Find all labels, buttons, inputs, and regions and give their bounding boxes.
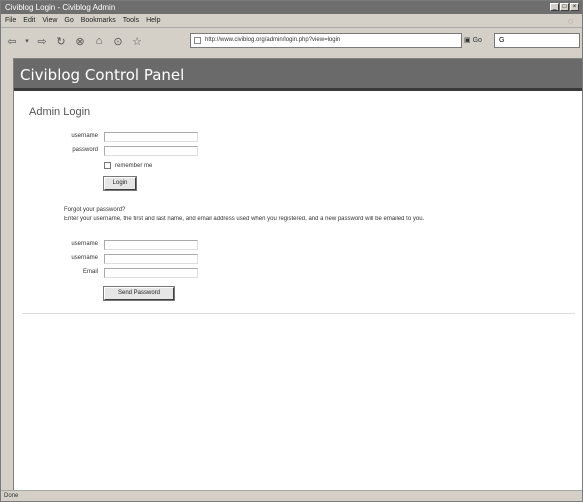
address-bar[interactable]: http://www.civiblog.org/admin/login.php?… bbox=[190, 33, 462, 48]
recover-username-input[interactable] bbox=[104, 240, 198, 250]
menu-view[interactable]: View bbox=[42, 14, 57, 27]
recover-name-label: username bbox=[71, 255, 98, 261]
back-arrow-icon[interactable]: ⇦ bbox=[5, 35, 19, 48]
password-label: password bbox=[72, 147, 98, 153]
status-bar: Done bbox=[1, 490, 582, 501]
window-title: Civiblog Login - Civiblog Admin bbox=[5, 3, 116, 12]
search-engine-icon: G bbox=[499, 37, 505, 44]
forward-arrow-icon[interactable]: ⇨ bbox=[35, 35, 49, 48]
divider bbox=[22, 313, 575, 314]
maximize-button[interactable]: □ bbox=[560, 3, 569, 11]
menu-bookmarks[interactable]: Bookmarks bbox=[81, 14, 116, 27]
bookmark-icon[interactable]: ☆ bbox=[130, 35, 144, 48]
menu-help[interactable]: Help bbox=[146, 14, 160, 27]
menu-go[interactable]: Go bbox=[64, 14, 73, 27]
recover-email-input[interactable] bbox=[104, 268, 198, 278]
throbber-icon: ◌ bbox=[568, 16, 574, 26]
window-controls: _ □ × bbox=[550, 3, 579, 11]
minimize-button[interactable]: _ bbox=[550, 3, 559, 11]
remember-me-checkbox[interactable] bbox=[104, 162, 111, 169]
go-button[interactable]: ▣ Go bbox=[464, 34, 492, 47]
recover-email-label: Email bbox=[82, 269, 98, 275]
menu-tools[interactable]: Tools bbox=[123, 14, 139, 27]
go-arrow-icon: ▣ bbox=[464, 37, 471, 44]
forgot-password-instructions: Enter your username, the first and last … bbox=[64, 216, 425, 222]
go-label: Go bbox=[472, 37, 482, 44]
page-banner: Civiblog Control Panel bbox=[14, 59, 582, 91]
home-icon[interactable]: ⌂ bbox=[92, 35, 106, 47]
close-button[interactable]: × bbox=[570, 3, 579, 11]
stop-icon[interactable]: ⊗ bbox=[73, 35, 87, 48]
menu-bar: File Edit View Go Bookmarks Tools Help ◌ bbox=[1, 14, 582, 28]
history-icon[interactable]: ⊙ bbox=[111, 35, 125, 48]
password-input[interactable] bbox=[104, 146, 198, 156]
recover-username-label: username bbox=[71, 241, 98, 247]
remember-me-label: remember me bbox=[115, 163, 153, 169]
page-content: Civiblog Control Panel Admin Login usern… bbox=[13, 58, 582, 491]
browser-window: Civiblog Login - Civiblog Admin _ □ × Fi… bbox=[0, 0, 583, 502]
search-input[interactable]: G bbox=[494, 33, 580, 48]
recover-name-input[interactable] bbox=[104, 254, 198, 264]
send-password-button[interactable]: Send Password bbox=[103, 286, 175, 301]
forgot-password-heading: Forgot your password? bbox=[64, 207, 126, 213]
username-label: username bbox=[71, 133, 98, 139]
reload-icon[interactable]: ↻ bbox=[54, 35, 68, 48]
banner-title: Civiblog Control Panel bbox=[20, 66, 185, 84]
title-bar: Civiblog Login - Civiblog Admin _ □ × bbox=[1, 1, 582, 14]
login-button[interactable]: Login bbox=[103, 176, 137, 191]
page-favicon-icon bbox=[194, 37, 201, 44]
address-text: http://www.civiblog.org/admin/login.php?… bbox=[205, 37, 341, 43]
status-text: Done bbox=[4, 493, 19, 499]
username-input[interactable] bbox=[104, 132, 198, 142]
page-title: Admin Login bbox=[29, 106, 91, 118]
dropdown-arrow-icon[interactable]: ▾ bbox=[24, 37, 30, 45]
menu-edit[interactable]: Edit bbox=[23, 14, 35, 27]
menu-file[interactable]: File bbox=[5, 14, 16, 27]
